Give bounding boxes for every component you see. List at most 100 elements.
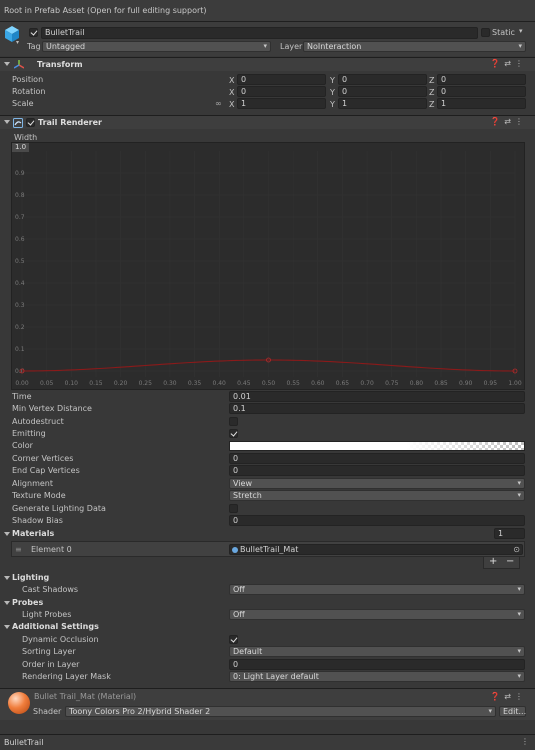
materials-count-field[interactable]: 1 xyxy=(494,528,525,539)
component-menu-icons[interactable]: ❓⇄⋮ xyxy=(490,59,527,68)
preview-bar[interactable]: BulletTrail ⋮ xyxy=(0,734,535,750)
emitting-checkbox[interactable] xyxy=(229,429,238,438)
order-in-layer-field[interactable]: 0 xyxy=(229,659,525,670)
texture-mode-value: Stretch xyxy=(233,491,262,500)
rendering-layer-mask-dropdown[interactable]: 0: Light Layer default ▾ xyxy=(229,671,525,682)
scale-x-field[interactable]: 1 xyxy=(237,98,326,109)
light-probes-dropdown[interactable]: Off ▾ xyxy=(229,609,525,620)
trail-enabled-checkbox[interactable] xyxy=(26,118,35,127)
material-icon xyxy=(232,547,238,553)
x-tick-label: 0.10 xyxy=(65,380,79,387)
alignment-dropdown[interactable]: View ▾ xyxy=(229,478,525,489)
more-icon[interactable]: ⋮ xyxy=(515,117,527,126)
foldout-icon[interactable] xyxy=(4,120,10,124)
rotation-x-field[interactable]: 0 xyxy=(237,86,326,97)
preset-icon[interactable]: ⇄ xyxy=(504,692,515,701)
object-header: ▾ BulletTrail Static ▾ Tag Untagged ▾ Lay… xyxy=(0,22,535,56)
foldout-icon[interactable] xyxy=(4,576,10,580)
element-0-value: BulletTrail_Mat xyxy=(240,545,299,554)
transform-rotation-row: Rotation X 0 Y 0 Z 0 xyxy=(0,86,535,98)
dynamic-occlusion-checkbox[interactable] xyxy=(229,635,238,644)
transform-header[interactable]: Transform ❓⇄⋮ xyxy=(0,57,535,71)
lighting-header[interactable]: Lighting xyxy=(0,572,535,584)
alignment-row: Alignment View ▾ xyxy=(0,478,535,490)
texture-mode-dropdown[interactable]: Stretch ▾ xyxy=(229,490,525,501)
order-in-layer-row: Order in Layer 0 xyxy=(0,659,535,671)
width-curve-chart[interactable]: 0.00 0.05 0.10 0.15 0.20 0.25 0.30 0.35 0.40 0.45… xyxy=(12,143,526,391)
shader-dropdown[interactable]: Toony Colors Pro 2/Hybrid Shader 2 ▾ xyxy=(65,706,496,717)
help-icon[interactable]: ❓ xyxy=(490,117,504,126)
drag-handle-icon[interactable]: ≡ xyxy=(15,545,22,554)
object-active-checkbox[interactable] xyxy=(29,28,38,37)
tag-label: Tag xyxy=(27,42,41,51)
time-label: Time xyxy=(12,392,32,401)
end-cap-vertices-field[interactable]: 0 xyxy=(229,465,525,476)
color-gradient-field[interactable] xyxy=(229,441,525,451)
shadow-bias-row: Shadow Bias 0 xyxy=(0,515,535,527)
width-curve-editor[interactable]: 0.00 0.05 0.10 0.15 0.20 0.25 0.30 0.35 0.40 0.45… xyxy=(11,142,525,390)
link-icon[interactable]: ∞ xyxy=(215,99,222,108)
probes-header[interactable]: Probes xyxy=(0,597,535,609)
help-icon[interactable]: ❓ xyxy=(490,59,504,68)
x-tick-label: 0.25 xyxy=(139,380,153,387)
x-tick-label: 0.65 xyxy=(336,380,350,387)
preset-icon[interactable]: ⇄ xyxy=(504,117,515,126)
texture-mode-label: Texture Mode xyxy=(12,491,66,500)
static-checkbox[interactable] xyxy=(481,28,490,37)
chevron-down-icon: ▾ xyxy=(517,491,521,499)
x-tick-label: 0.50 xyxy=(262,380,276,387)
position-x-field[interactable]: 0 xyxy=(237,74,326,85)
foldout-icon[interactable] xyxy=(4,625,10,629)
prefab-dropdown-icon[interactable]: ▾ xyxy=(16,39,19,46)
autodestruct-label: Autodestruct xyxy=(12,417,64,426)
corner-vertices-row: Corner Vertices 0 xyxy=(0,453,535,465)
x-tick-label: 1.00 xyxy=(508,380,522,387)
position-y-field[interactable]: 0 xyxy=(338,74,427,85)
lighting-title: Lighting xyxy=(12,573,50,582)
shadow-bias-label: Shadow Bias xyxy=(12,516,63,525)
materials-list: ≡ Element 0 BulletTrail_Mat ⊙ xyxy=(11,541,525,557)
width-max-value[interactable]: 1.0 xyxy=(12,143,30,152)
object-name-field[interactable]: BulletTrail xyxy=(41,27,478,39)
object-picker-icon[interactable]: ⊙ xyxy=(513,545,520,554)
trail-renderer-header[interactable]: Trail Renderer ❓⇄⋮ xyxy=(0,115,535,129)
scale-y-field[interactable]: 1 xyxy=(338,98,427,109)
more-icon[interactable]: ⋮ xyxy=(515,59,527,68)
position-label: Position xyxy=(12,75,44,84)
preview-more-icon[interactable]: ⋮ xyxy=(521,737,529,746)
remove-element-button[interactable]: − xyxy=(506,556,514,567)
shader-label: Shader xyxy=(33,707,62,716)
rotation-z-field[interactable]: 0 xyxy=(437,86,526,97)
additional-settings-header[interactable]: Additional Settings xyxy=(0,621,535,633)
more-icon[interactable]: ⋮ xyxy=(515,692,527,701)
scale-z-field[interactable]: 1 xyxy=(437,98,526,109)
corner-vertices-field[interactable]: 0 xyxy=(229,453,525,464)
end-cap-vertices-row: End Cap Vertices 0 xyxy=(0,465,535,477)
preset-icon[interactable]: ⇄ xyxy=(504,59,515,68)
shader-edit-button[interactable]: Edit... xyxy=(499,706,526,717)
rotation-y-field[interactable]: 0 xyxy=(338,86,427,97)
foldout-icon[interactable] xyxy=(4,62,10,66)
foldout-icon[interactable] xyxy=(4,532,10,536)
generate-lighting-checkbox[interactable] xyxy=(229,504,238,513)
static-dropdown-icon[interactable]: ▾ xyxy=(519,27,523,35)
materials-header[interactable]: Materials 1 xyxy=(0,528,535,540)
shadow-bias-field[interactable]: 0 xyxy=(229,515,525,526)
time-field[interactable]: 0.01 xyxy=(229,391,525,402)
component-menu-icons[interactable]: ❓⇄⋮ xyxy=(490,117,527,126)
position-z-field[interactable]: 0 xyxy=(437,74,526,85)
layer-dropdown[interactable]: NoInteraction ▾ xyxy=(303,41,526,52)
add-element-button[interactable]: + xyxy=(489,556,497,567)
material-menu-icons[interactable]: ❓⇄⋮ xyxy=(490,692,527,701)
autodestruct-checkbox[interactable] xyxy=(229,417,238,426)
tag-dropdown[interactable]: Untagged ▾ xyxy=(42,41,271,52)
cast-shadows-dropdown[interactable]: Off ▾ xyxy=(229,584,525,595)
z-axis-label: Z xyxy=(429,100,435,109)
probes-title: Probes xyxy=(12,598,44,607)
min-vertex-field[interactable]: 0.1 xyxy=(229,403,525,414)
help-icon[interactable]: ❓ xyxy=(490,692,504,701)
element-0-field[interactable]: BulletTrail_Mat ⊙ xyxy=(229,544,523,555)
sorting-layer-dropdown[interactable]: Default ▾ xyxy=(229,646,525,657)
foldout-icon[interactable] xyxy=(4,601,10,605)
end-cap-vertices-label: End Cap Vertices xyxy=(12,466,80,475)
